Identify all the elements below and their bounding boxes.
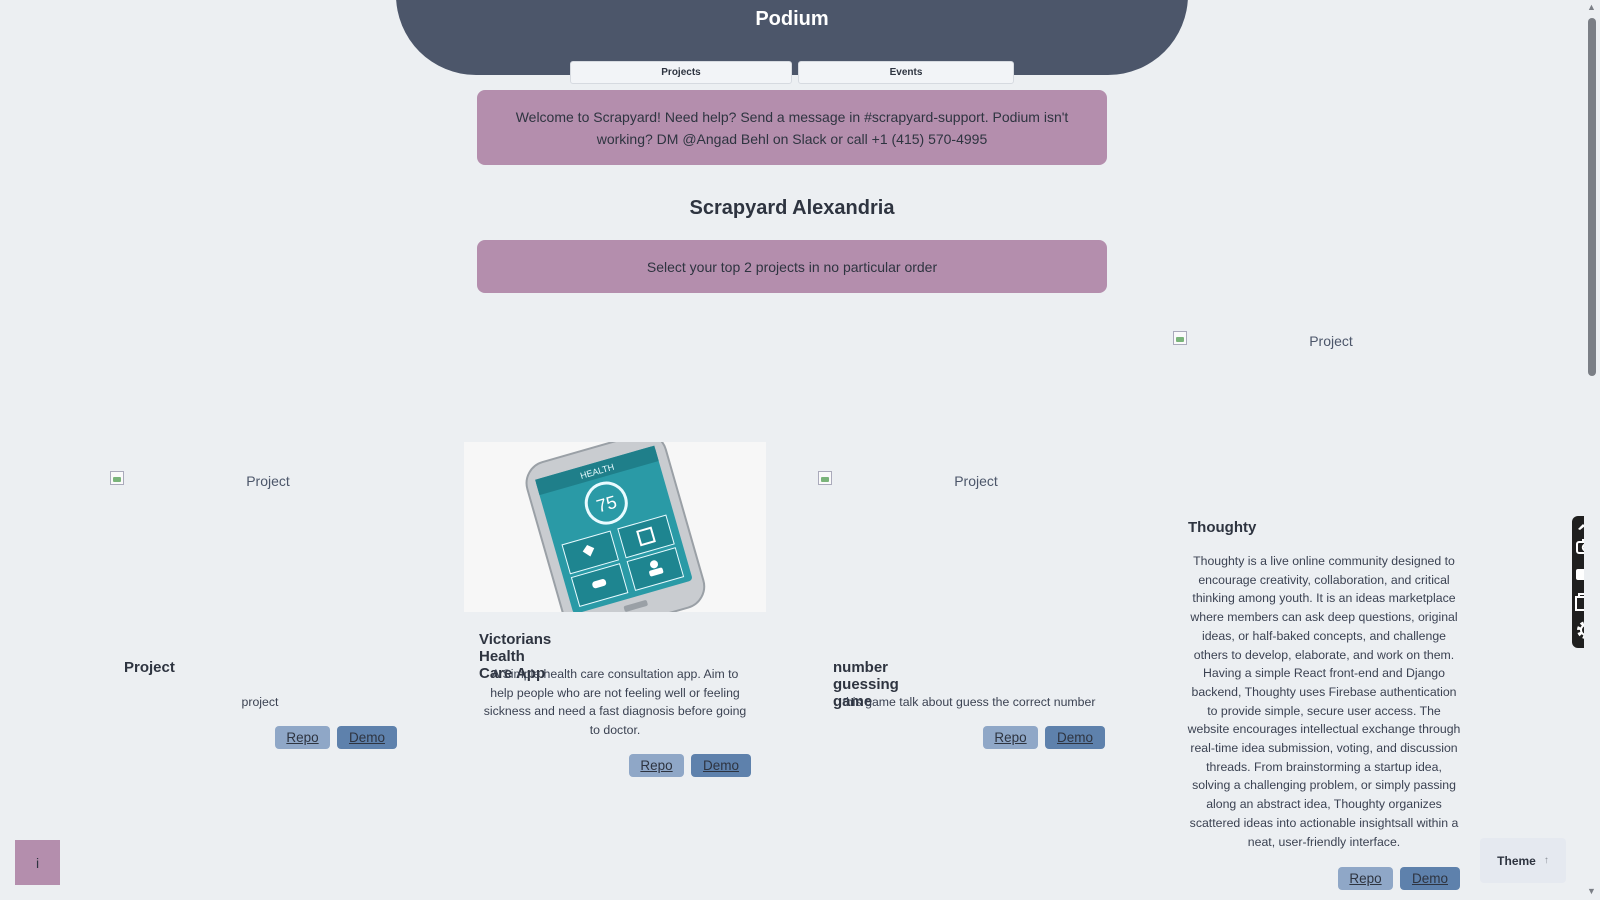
page-scrollbar[interactable]: ▲ ▼ (1584, 0, 1600, 900)
repo-button[interactable]: Repo (275, 726, 330, 749)
event-title: Scrapyard Alexandria (689, 197, 895, 219)
nav-events-button[interactable]: Events (798, 61, 1014, 84)
project-image: Project (954, 473, 998, 489)
project-description: this game talk about guess the correct n… (842, 695, 1096, 709)
demo-button[interactable]: Demo (1400, 867, 1460, 890)
app-header: Podium (396, 0, 1188, 75)
project-image: Project (246, 473, 290, 489)
app-title: Podium (755, 8, 829, 30)
repo-button[interactable]: Repo (1338, 867, 1393, 890)
welcome-banner-text: Welcome to Scrapyard! Need help? Send a … (515, 108, 1069, 147)
arrow-up-icon: ↑ (1543, 855, 1549, 866)
repo-button[interactable]: Repo (983, 726, 1038, 749)
demo-button[interactable]: Demo (691, 754, 751, 777)
instruction-text: Select your top 2 projects in no particu… (646, 258, 938, 275)
demo-button[interactable]: Demo (337, 726, 397, 749)
project-description: project (241, 695, 279, 709)
demo-button[interactable]: Demo (1045, 726, 1105, 749)
info-button[interactable]: i (15, 840, 60, 885)
project-image: Project (1309, 333, 1353, 349)
welcome-banner: Welcome to Scrapyard! Need help? Send a … (477, 90, 1107, 165)
project-image-health-phone: HEALTH 75 (464, 442, 766, 612)
nav-projects-button[interactable]: Projects (570, 61, 792, 84)
scroll-thumb[interactable] (1588, 18, 1596, 376)
project-title: Project (124, 659, 175, 676)
theme-button[interactable]: Theme ↑ (1480, 838, 1566, 883)
scroll-down-arrow-icon[interactable]: ▼ (1587, 886, 1596, 896)
info-button-label: i (35, 854, 40, 871)
scroll-up-arrow-icon[interactable]: ▲ (1587, 2, 1596, 12)
project-description: Thoughty is a live online community desi… (1187, 554, 1461, 849)
project-title: Thoughty (1188, 519, 1257, 536)
project-description: A Simple health care consultation app. A… (483, 667, 747, 738)
instruction-banner: Select your top 2 projects in no particu… (477, 240, 1107, 293)
repo-button[interactable]: Repo (629, 754, 684, 777)
theme-button-label: Theme (1497, 853, 1536, 868)
